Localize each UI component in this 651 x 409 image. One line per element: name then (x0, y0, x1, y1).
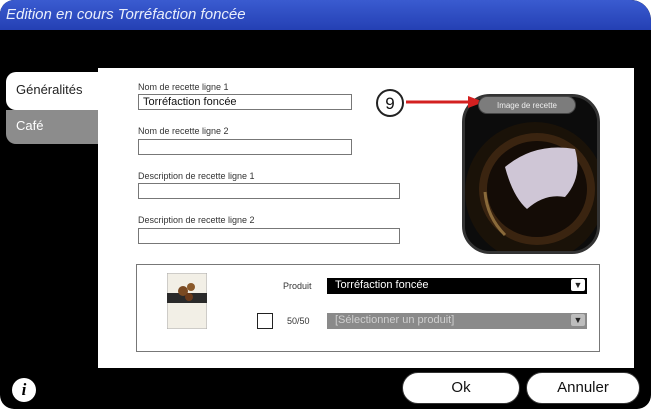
name2-field[interactable] (138, 139, 352, 155)
chevron-down-icon: ▼ (571, 314, 585, 326)
title-bar: Edition en cours Torréfaction foncée (0, 0, 651, 30)
product-box: Produit Torréfaction foncée ▼ 50/50 [Sél… (136, 264, 600, 352)
recipe-image-button[interactable]: Image de recette (478, 96, 576, 114)
window-title: Edition en cours Torréfaction foncée (6, 6, 246, 23)
info-icon[interactable]: i (12, 378, 36, 402)
tab-cafe[interactable]: Café (6, 110, 98, 144)
name1-field[interactable]: Torréfaction foncée (138, 94, 352, 110)
mix-checkbox[interactable] (257, 313, 273, 329)
second-product-dropdown[interactable]: [Sélectionner un produit] ▼ (327, 313, 587, 329)
second-product-placeholder: [Sélectionner un produit] (335, 314, 455, 326)
chevron-down-icon: ▼ (571, 279, 585, 291)
callout-arrow-icon (406, 96, 484, 108)
name2-label: Nom de recette ligne 2 (138, 126, 229, 136)
desc1-label: Description de recette ligne 1 (138, 171, 255, 181)
callout-marker: 9 (376, 89, 404, 117)
desc1-field[interactable] (138, 183, 400, 199)
desc2-label: Description de recette ligne 2 (138, 215, 255, 225)
name1-label: Nom de recette ligne 1 (138, 82, 229, 92)
desc2-field[interactable] (138, 228, 400, 244)
coffee-cup-image (465, 97, 597, 251)
cancel-button[interactable]: Annuler (526, 372, 640, 404)
product-dropdown[interactable]: Torréfaction foncée ▼ (327, 278, 587, 294)
product-label: Produit (283, 281, 312, 291)
mix-label: 50/50 (287, 316, 310, 326)
product-thumbnail (167, 273, 207, 329)
dialog-window: Edition en cours Torréfaction foncée Gén… (0, 0, 651, 409)
product-value: Torréfaction foncée (335, 279, 429, 291)
tab-generalites[interactable]: Généralités (6, 72, 98, 110)
ok-button[interactable]: Ok (402, 372, 520, 404)
recipe-image[interactable] (462, 94, 600, 254)
